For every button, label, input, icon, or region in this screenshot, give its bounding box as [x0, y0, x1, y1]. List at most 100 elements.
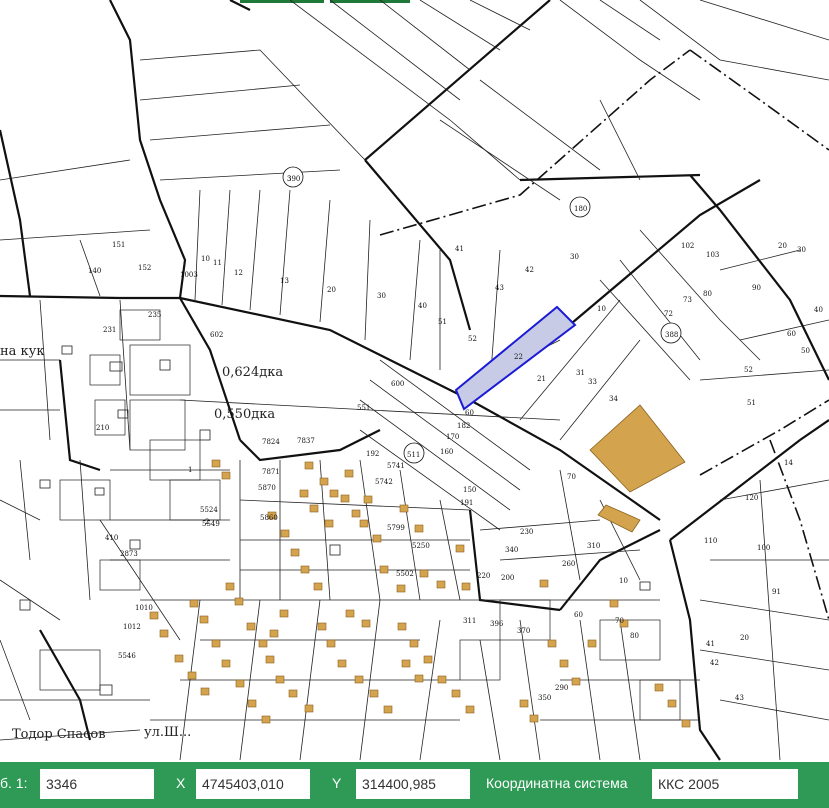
- building: [235, 679, 245, 688]
- parcel-number-label: 151: [112, 241, 125, 249]
- building-large[interactable]: [589, 404, 686, 493]
- building: [313, 582, 323, 591]
- parcel-number-label: 235: [148, 311, 161, 319]
- parcel-number-label: 5250: [412, 542, 430, 550]
- parcel-number-label: 34: [609, 395, 618, 403]
- parcel-number-label: 20: [327, 286, 336, 294]
- building: [547, 639, 557, 648]
- building: [344, 469, 354, 478]
- parcel-number-label: 80: [630, 632, 639, 640]
- parcel-number-label: 14: [784, 459, 793, 467]
- building: [465, 705, 475, 714]
- building: [275, 675, 285, 684]
- building: [559, 659, 569, 668]
- parcel-number-label: 90: [752, 284, 761, 292]
- building: [326, 639, 336, 648]
- x-coordinate-field[interactable]: 4745403,010: [196, 769, 310, 799]
- parcel-number-label: 30: [570, 253, 579, 261]
- chevron-down-icon[interactable]: ⌄: [800, 787, 814, 801]
- building: [317, 622, 327, 631]
- crs-label: Координатна система: [486, 775, 628, 791]
- parcel-number-label: 396: [490, 620, 504, 628]
- building: [423, 655, 433, 664]
- building: [200, 687, 210, 696]
- parcel-number-label: 1003: [180, 271, 198, 279]
- parcel-number-label: 52: [468, 335, 477, 343]
- building: [300, 565, 310, 574]
- parcel-number-label: 30: [377, 292, 386, 300]
- building: [354, 675, 364, 684]
- parcel-number-label: 60: [787, 330, 796, 338]
- parcel-number-label: 33: [588, 378, 597, 386]
- building: [211, 639, 221, 648]
- parcel-number-label: 103: [706, 251, 719, 259]
- y-coordinate-label: Y: [332, 775, 342, 791]
- parcel-number-label: 370: [517, 627, 530, 635]
- parcel-number-label: 40: [814, 306, 823, 314]
- building: [279, 609, 289, 618]
- parcel-number-label: 5741: [387, 462, 405, 470]
- parcel-number-label: 10: [619, 577, 628, 585]
- parcel-number-label: 30: [797, 246, 806, 254]
- building: [529, 714, 539, 723]
- parcel-number-label: 120: [745, 494, 758, 502]
- building: [667, 699, 677, 708]
- parcel-number-label: 13: [280, 277, 289, 285]
- building: [309, 504, 319, 513]
- circled-labels: [282, 166, 682, 464]
- building: [258, 639, 268, 648]
- building: [419, 569, 429, 578]
- building: [225, 582, 235, 591]
- building: [414, 674, 424, 683]
- y-coordinate-field[interactable]: 314400,985: [356, 769, 470, 799]
- building: [396, 584, 406, 593]
- cadastral-map[interactable]: 390 388 180 511 152 140 151 235 231 210 22 21 10 30 42…: [0, 0, 829, 808]
- building: [609, 599, 619, 608]
- parcel-number-label: 41: [455, 245, 464, 253]
- parcel-number-label: 231: [103, 326, 116, 334]
- building: [149, 611, 159, 620]
- parcel-number-label: 7837: [297, 437, 315, 445]
- building: [414, 524, 424, 533]
- parcel-number-label: 80: [703, 290, 712, 298]
- building: [337, 659, 347, 668]
- parcel-number-label: 191: [460, 499, 473, 507]
- building: [319, 477, 329, 486]
- parcel-number-label: 388: [665, 331, 678, 339]
- building: [199, 615, 209, 624]
- parcel-number-label: 1: [188, 466, 192, 474]
- parcel-number-label: 310: [587, 542, 600, 550]
- parcel-number-label: 170: [446, 433, 459, 441]
- parcel-number-label: 21: [537, 375, 546, 383]
- building: [345, 609, 355, 618]
- building: [451, 689, 461, 698]
- scale-input[interactable]: 3346: [40, 769, 154, 799]
- parcel-number-label: 192: [366, 450, 379, 458]
- parcel-number-label: 340: [505, 546, 518, 554]
- parcel-number-label: 2: [205, 518, 209, 526]
- parcel-number-label: 5524: [200, 506, 218, 514]
- parcel-number-label: 5870: [258, 484, 276, 492]
- building: [587, 639, 597, 648]
- parcel-number-label: 72: [664, 310, 673, 318]
- scale-prefix-label: б. 1:: [0, 775, 28, 791]
- street-name-label: на кук: [0, 344, 44, 359]
- building: [304, 461, 314, 470]
- parcel-number-label: 42: [710, 659, 719, 667]
- parcel-number-label: 5546: [118, 652, 136, 660]
- parcel-number-label: 551: [357, 404, 370, 412]
- parcel-number-label: 3: [287, 175, 291, 183]
- building: [246, 622, 256, 631]
- parcel-number-label: 10: [201, 255, 210, 263]
- street-name-label: Тодор Спасов: [12, 727, 106, 742]
- street-name-label: ул.Ш...: [144, 725, 191, 740]
- crs-select[interactable]: ККС 2005: [652, 769, 798, 799]
- building: [409, 639, 419, 648]
- parcel-number-label: 511: [407, 451, 420, 459]
- parcel-number-label: 110: [704, 537, 717, 545]
- map-canvas[interactable]: 3903881805111521401512352312102221103042…: [0, 0, 829, 808]
- building: [369, 689, 379, 698]
- building-medium[interactable]: [597, 504, 641, 533]
- building: [211, 459, 221, 468]
- parcel-number-label: 7824: [262, 438, 280, 446]
